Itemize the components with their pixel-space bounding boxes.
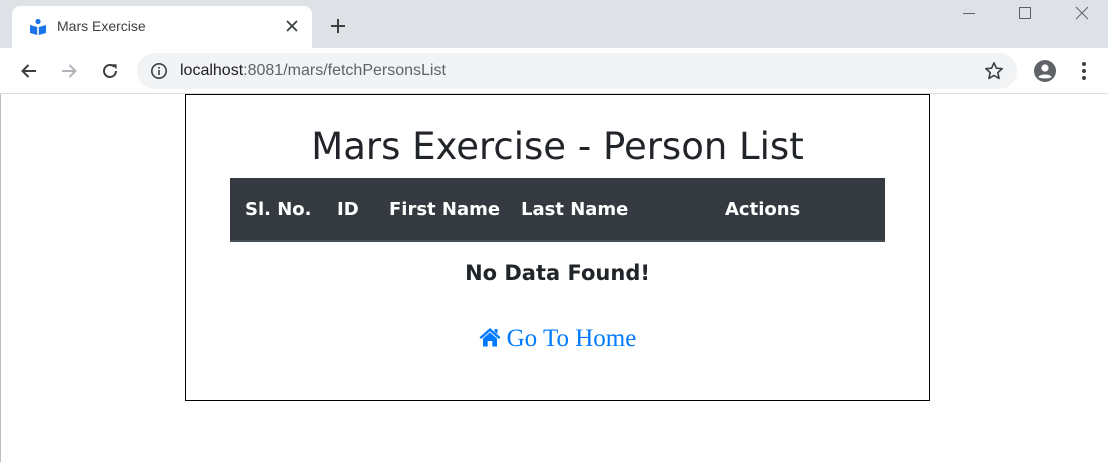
url-host: localhost bbox=[180, 62, 244, 79]
page-title: Mars Exercise - Person List bbox=[311, 125, 804, 168]
new-tab-icon[interactable] bbox=[328, 16, 348, 36]
reader-favicon-icon bbox=[30, 18, 46, 35]
site-info-icon[interactable] bbox=[150, 62, 168, 80]
column-header-last-name: Last Name bbox=[521, 199, 629, 220]
maximize-window-icon[interactable] bbox=[997, 0, 1053, 30]
close-window-icon[interactable] bbox=[1053, 0, 1108, 30]
back-arrow-icon[interactable] bbox=[18, 60, 40, 82]
forward-arrow-icon[interactable] bbox=[58, 60, 80, 82]
column-header-first-name: First Name bbox=[389, 199, 501, 220]
url-path: :8081/mars/fetchPersonsList bbox=[243, 62, 446, 79]
table-header-row: Sl. No. ID First Name Last Name Actions bbox=[230, 178, 885, 242]
home-icon bbox=[479, 328, 501, 347]
minimize-window-icon[interactable] bbox=[941, 0, 997, 30]
tab-strip: Mars Exercise bbox=[0, 0, 1108, 48]
column-header-id: ID bbox=[337, 199, 359, 220]
more-menu-icon[interactable] bbox=[1074, 60, 1094, 82]
profile-avatar-icon[interactable] bbox=[1033, 59, 1057, 83]
go-to-home-link[interactable]: Go To Home bbox=[186, 325, 929, 353]
browser-tab[interactable]: Mars Exercise bbox=[12, 6, 312, 48]
go-to-home-label: Go To Home bbox=[506, 325, 637, 352]
person-list-panel: Mars Exercise - Person List Sl. No. ID F… bbox=[185, 94, 930, 401]
address-bar[interactable]: localhost:8081/mars/fetchPersonsList bbox=[137, 53, 1017, 89]
close-tab-icon[interactable] bbox=[283, 17, 301, 35]
tab-title: Mars Exercise bbox=[57, 18, 146, 34]
window-left-edge bbox=[0, 94, 1, 462]
reload-icon[interactable] bbox=[99, 60, 121, 82]
browser-toolbar: localhost:8081/mars/fetchPersonsList bbox=[0, 48, 1108, 94]
column-header-sl-no: Sl. No. bbox=[245, 199, 312, 220]
url-text: localhost:8081/mars/fetchPersonsList bbox=[180, 62, 446, 80]
bookmark-star-icon[interactable] bbox=[983, 60, 1005, 82]
column-header-actions: Actions bbox=[725, 199, 801, 220]
empty-state-message: No Data Found! bbox=[465, 261, 650, 285]
